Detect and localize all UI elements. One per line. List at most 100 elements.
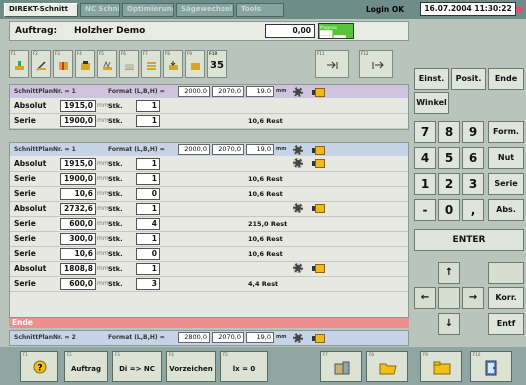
- row-value[interactable]: 10,6: [60, 248, 96, 260]
- saw-blade-icon[interactable]: [293, 203, 303, 213]
- auftrag-button[interactable]: F2 Auftrag: [64, 351, 108, 382]
- pusher-icon[interactable]: [312, 204, 325, 213]
- key-1[interactable]: 1: [414, 173, 436, 195]
- table-row[interactable]: Absolut 1915,0 mm Stk. 1: [10, 157, 408, 172]
- close-icon[interactable]: [516, 6, 523, 13]
- pusher-icon[interactable]: [312, 334, 325, 343]
- pusher-icon[interactable]: [312, 159, 325, 168]
- row-value[interactable]: 1900,0: [60, 115, 96, 127]
- toolbar-button-8[interactable]: F8: [163, 50, 183, 78]
- saw-blade-icon[interactable]: [293, 263, 303, 273]
- format-width[interactable]: 2070,0: [212, 144, 244, 155]
- row-qty[interactable]: 4: [136, 218, 160, 230]
- pusher-icon[interactable]: [312, 264, 325, 273]
- toolbar-button-9[interactable]: F9: [185, 50, 205, 78]
- help-button[interactable]: F1 ?: [20, 351, 58, 382]
- row-value[interactable]: 300,0: [60, 233, 96, 245]
- nut-button[interactable]: Nut: [488, 147, 524, 169]
- table-row[interactable]: Absolut 2732,6 mm Stk. 1: [10, 202, 408, 217]
- row-value[interactable]: 600,0: [60, 278, 96, 290]
- toolbar-button-11[interactable]: F11: [315, 50, 349, 78]
- toolbar-button-7[interactable]: F7: [141, 50, 161, 78]
- key-0[interactable]: 0: [438, 199, 460, 221]
- format-height[interactable]: 19,0: [246, 144, 274, 155]
- row-value[interactable]: 1915,0: [60, 100, 96, 112]
- toolbar-button-3[interactable]: F3: [53, 50, 73, 78]
- row-value[interactable]: 2732,6: [60, 203, 96, 215]
- tab-optimierung[interactable]: Optimierung: [122, 3, 174, 17]
- format-width[interactable]: 2070,0: [212, 86, 244, 97]
- abs-button[interactable]: Abs.: [488, 199, 524, 221]
- key-3[interactable]: 3: [462, 173, 484, 195]
- table-row[interactable]: Serie 1900,0 mm Stk. 1 10,6 Rest: [10, 172, 408, 187]
- toolbar-button-12[interactable]: F12: [359, 50, 393, 78]
- row-value[interactable]: 1808,8: [60, 263, 96, 275]
- pusher-icon[interactable]: [312, 146, 325, 155]
- arrow-left-button[interactable]: ←: [414, 287, 436, 309]
- key-5[interactable]: 5: [438, 147, 460, 169]
- row-value[interactable]: 600,0: [60, 218, 96, 230]
- table-row[interactable]: Serie 10,6 mm Stk. 0 10,6 Rest: [10, 187, 408, 202]
- posit-button[interactable]: Posit.: [451, 68, 486, 90]
- row-qty[interactable]: 1: [136, 158, 160, 170]
- row-value[interactable]: 10,6: [60, 188, 96, 200]
- exit-button[interactable]: F10: [470, 351, 512, 382]
- serie-button[interactable]: Serie: [488, 173, 524, 195]
- korr-button[interactable]: Korr.: [488, 287, 524, 309]
- format-height[interactable]: 19,0: [246, 332, 274, 343]
- row-qty[interactable]: 1: [136, 173, 160, 185]
- piece-count-button[interactable]: F10 35: [207, 50, 227, 78]
- enter-button[interactable]: ENTER: [414, 229, 524, 251]
- table-row[interactable]: Absolut 1808,8 mm Stk. 1: [10, 262, 408, 277]
- winkel-button[interactable]: Winkel: [414, 92, 449, 114]
- key-8[interactable]: 8: [438, 121, 460, 143]
- row-qty[interactable]: 1: [136, 203, 160, 215]
- key-7[interactable]: 7: [414, 121, 436, 143]
- row-qty[interactable]: 0: [136, 248, 160, 260]
- key-comma[interactable]: ,: [462, 199, 484, 221]
- folder-button[interactable]: F9: [420, 351, 462, 382]
- table-row[interactable]: Serie 600,0 mm Stk. 3 4,4 Rest: [10, 277, 408, 292]
- toolbar-button-5[interactable]: F5: [97, 50, 117, 78]
- key-4[interactable]: 4: [414, 147, 436, 169]
- row-qty[interactable]: 1: [136, 115, 160, 127]
- saw-blade-icon[interactable]: [293, 158, 303, 168]
- arrow-right-button[interactable]: →: [462, 287, 484, 309]
- tab-direkt-schnitt[interactable]: DIREKT-Schnitt: [4, 3, 78, 17]
- format-height[interactable]: 19,0: [246, 86, 274, 97]
- machine-button[interactable]: F7: [320, 351, 362, 382]
- center-key[interactable]: [438, 287, 460, 309]
- folder-open-button[interactable]: F8: [366, 351, 408, 382]
- pusher-icon[interactable]: [312, 88, 325, 97]
- tab-saegewechsel[interactable]: Sägewechsel: [176, 3, 234, 17]
- row-value[interactable]: 1900,0: [60, 173, 96, 185]
- key-minus[interactable]: -: [414, 199, 436, 221]
- row-value[interactable]: 1915,0: [60, 158, 96, 170]
- blank-key[interactable]: [488, 262, 524, 284]
- tab-nc-schnitt[interactable]: NC Schnitt: [80, 3, 120, 17]
- row-qty[interactable]: 1: [136, 100, 160, 112]
- table-row[interactable]: Serie 1900,0 mm Stk. 1 10,6 Rest: [10, 114, 408, 129]
- entf-button[interactable]: Entf: [488, 313, 524, 335]
- ende-button[interactable]: Ende: [488, 68, 524, 90]
- format-length[interactable]: 2800,0: [178, 332, 210, 343]
- key-6[interactable]: 6: [462, 147, 484, 169]
- table-row[interactable]: Serie 10,6 mm Stk. 0 10,6 Rest: [10, 247, 408, 262]
- toolbar-button-6[interactable]: F6: [119, 50, 139, 78]
- format-length[interactable]: 2000,0: [178, 86, 210, 97]
- table-row[interactable]: Absolut 1915,0 mm Stk. 1: [10, 99, 408, 114]
- di-to-nc-button[interactable]: F3 Di => NC: [112, 351, 162, 382]
- order-value-field[interactable]: 0,00: [265, 24, 315, 38]
- form-button[interactable]: Form.: [488, 121, 524, 143]
- format-length[interactable]: 2000,0: [178, 144, 210, 155]
- arrow-down-button[interactable]: ↓: [438, 313, 460, 335]
- row-qty[interactable]: 1: [136, 233, 160, 245]
- table-row[interactable]: Serie 300,0 mm Stk. 1 10,6 Rest: [10, 232, 408, 247]
- key-2[interactable]: 2: [438, 173, 460, 195]
- format-width[interactable]: 2070,0: [212, 332, 244, 343]
- saw-blade-icon[interactable]: [293, 87, 303, 97]
- saw-blade-icon[interactable]: [293, 145, 303, 155]
- tab-tools[interactable]: Tools: [236, 3, 284, 17]
- lx-zero-button[interactable]: F5 lx = 0: [220, 351, 268, 382]
- row-qty[interactable]: 3: [136, 278, 160, 290]
